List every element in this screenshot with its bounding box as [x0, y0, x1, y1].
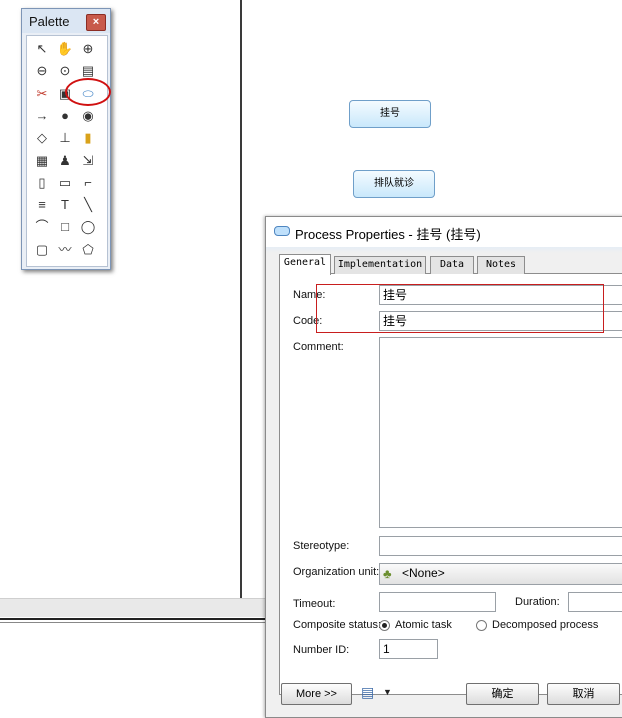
zoom-out-icon[interactable]: ⊖ [32, 61, 52, 81]
organization-unit-icon[interactable]: ▦ [32, 151, 52, 171]
zoom-in-icon[interactable]: ⊕ [78, 39, 98, 59]
tab-implementation[interactable]: Implementation [334, 256, 426, 274]
start-icon[interactable]: ● [55, 106, 75, 126]
polygon-icon[interactable]: ⬠ [78, 240, 98, 260]
organization-unit-select[interactable]: ♣ <None> [379, 563, 622, 585]
cut-icon[interactable]: ✂ [32, 84, 52, 104]
tab-general[interactable]: General [279, 254, 331, 275]
pointer-icon[interactable]: ↖ [32, 39, 52, 59]
end-icon[interactable]: ◉ [78, 106, 98, 126]
text-tool-icon[interactable]: ≡ [32, 195, 52, 215]
ok-button[interactable]: 确定 [466, 683, 539, 705]
decomposed-process-label: Decomposed process [492, 619, 599, 631]
palette-title: Palette [29, 14, 70, 29]
list-view-icon[interactable]: ▤ [361, 684, 374, 701]
more-button[interactable]: More >> [281, 683, 352, 705]
zoom-fit-icon[interactable]: ⊙ [55, 61, 75, 81]
hand-icon[interactable]: ✋ [55, 39, 75, 59]
cancel-button[interactable]: 取消 [547, 683, 620, 705]
palette-tool-grid: ↖ ✋ ⊕ ⊖ ⊙ ▤ ✂ ▣ ⬭ → ● ◉ ◇ ⊥ ▮ ▦ ♟ ⇲ ▯ ▭ ⌐ ≡ T ╲ ⌒ □ ◯ ▢ 〰 ⬠ [26, 35, 108, 267]
atomic-task-radio[interactable] [379, 620, 390, 631]
file-icon[interactable]: ▯ [32, 173, 52, 193]
process-node-registration[interactable]: 挂号 [349, 100, 431, 128]
composite-status-label: Composite status: [293, 619, 382, 631]
ellipse-icon[interactable]: ◯ [78, 217, 98, 237]
dialog-title: Process Properties - 挂号 (挂号) [295, 227, 481, 242]
stereotype-combo[interactable] [379, 536, 622, 556]
duration-label: Duration: [515, 596, 560, 608]
timeout-field[interactable] [379, 592, 496, 612]
rounded-rectangle-icon[interactable]: ▢ [32, 240, 52, 260]
title-separator [266, 247, 622, 253]
process-properties-dialog: Process Properties - 挂号 (挂号) General Imp… [265, 216, 622, 718]
canvas-divider [240, 0, 242, 598]
number-id-label: Number ID: [293, 644, 350, 656]
process-icon [274, 226, 290, 236]
close-icon[interactable]: × [86, 14, 106, 31]
decomposed-process-radio[interactable] [476, 620, 487, 631]
timeout-label: Timeout: [293, 598, 336, 610]
line-icon[interactable]: ╲ [78, 195, 98, 215]
atomic-task-label: Atomic task [395, 619, 452, 631]
tab-notes[interactable]: Notes [477, 256, 525, 274]
polyline-icon[interactable]: 〰 [55, 240, 75, 260]
number-id-field[interactable]: 1 [379, 639, 438, 659]
process-node-queue[interactable]: 排队就诊 [353, 170, 435, 198]
synchronization-icon[interactable]: ⊥ [55, 128, 75, 148]
dialog-title-bar[interactable]: Process Properties - 挂号 (挂号) [266, 217, 622, 247]
highlight-annotation [65, 78, 111, 106]
palette-window: Palette × ↖ ✋ ⊕ ⊖ ⊙ ▤ ✂ ▣ ⬭ → ● ◉ ◇ ⊥ ▮ ▦ ♟ ⇲ ▯ ▭ ⌐ ≡ T ╲ ⌒ □ ◯ ▢ 〰 ⬠ [21, 8, 111, 270]
decision-icon[interactable]: ◇ [32, 128, 52, 148]
flow-icon[interactable]: → [32, 106, 52, 126]
palette-title-bar[interactable]: Palette × [22, 9, 110, 33]
title-icon[interactable]: T [55, 195, 75, 215]
comment-label: Comment: [293, 341, 344, 353]
duration-field[interactable] [568, 592, 622, 612]
stereotype-label: Stereotype: [293, 540, 350, 552]
rectangle-icon[interactable]: □ [55, 217, 75, 237]
organization-icon: ♣ [383, 566, 392, 581]
chevron-down-icon[interactable]: ▼ [383, 687, 392, 697]
highlight-annotation-box [316, 284, 604, 333]
organization-unit-value: <None> [402, 566, 445, 580]
data-store-icon[interactable]: ▮ [78, 128, 98, 148]
arc-icon[interactable]: ⌒ [32, 217, 52, 237]
tab-data[interactable]: Data [430, 256, 474, 274]
actor-icon[interactable]: ♟ [55, 151, 75, 171]
note-icon[interactable]: ▭ [55, 173, 75, 193]
message-icon[interactable]: ⇲ [78, 151, 98, 171]
link-icon[interactable]: ⌐ [78, 173, 98, 193]
comment-textarea[interactable] [379, 337, 622, 528]
organization-unit-label: Organization unit: [293, 566, 380, 578]
